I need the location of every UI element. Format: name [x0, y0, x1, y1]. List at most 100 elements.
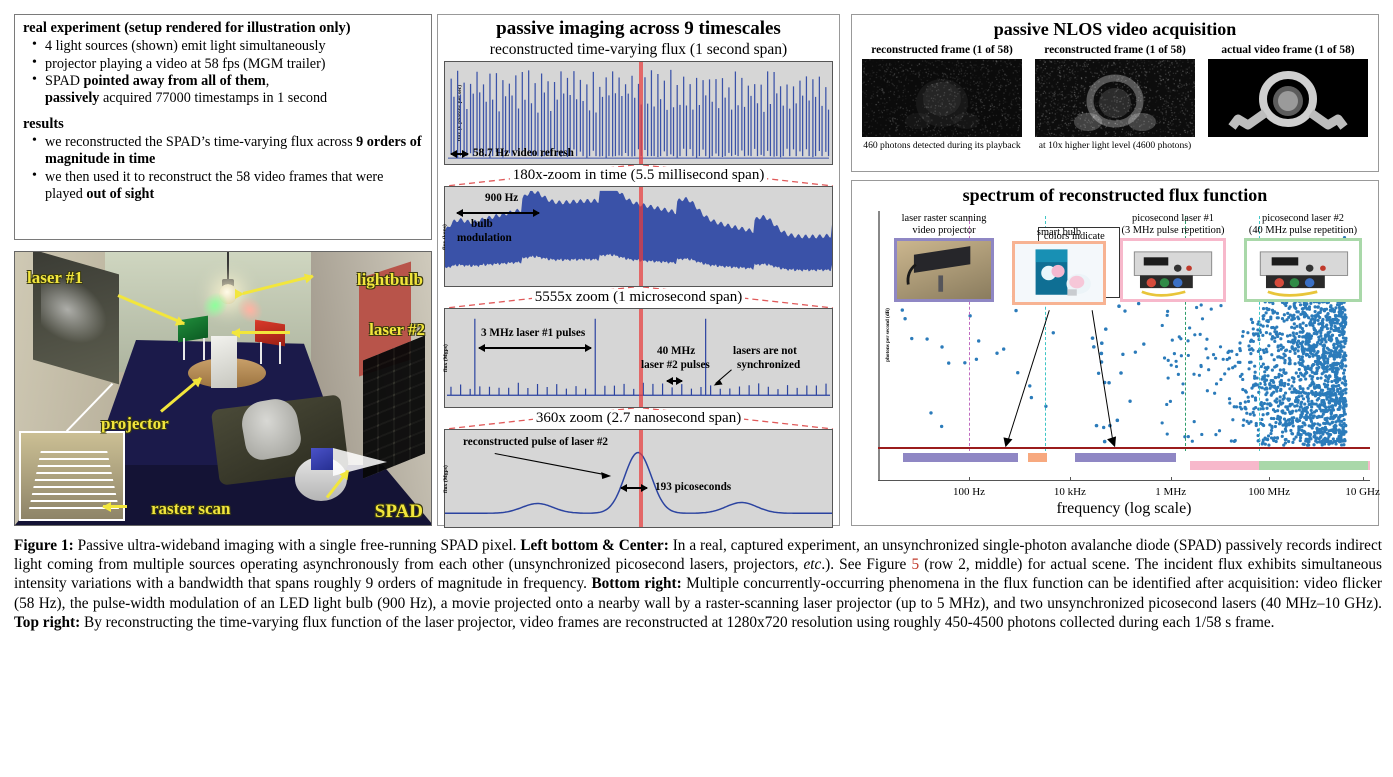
- laser1-leg: [203, 338, 205, 360]
- figure-page: real experiment (setup rendered for illu…: [0, 0, 1393, 777]
- list-item: SPAD pointed away from all of them, passi…: [32, 72, 423, 107]
- nlos-frame-caption: actual video frame (1 of 58): [1221, 44, 1355, 56]
- device-thumbnail-laser1: [1120, 238, 1226, 303]
- laser1-leg: [183, 338, 185, 360]
- results-bullet-list: we reconstructed the SPAD’s time-varying…: [23, 133, 423, 203]
- scene-label-projector: projector: [101, 414, 169, 433]
- nlos-frame-row: reconstructed frame (1 of 58) 460 photon…: [852, 44, 1378, 151]
- caption-p6: By reconstructing the time-varying flux …: [80, 613, 1275, 631]
- experiment-scene-photo: laser #1 lightbulb laser #2 projector ra…: [14, 251, 432, 526]
- xtick-label-10khz: 10 kHz: [1053, 486, 1086, 498]
- plot2-annotation-bulb: bulb: [471, 218, 493, 230]
- list-item: projector playing a video at 58 fps (MGM…: [32, 55, 423, 73]
- device-label-line2: (3 MHz pulse repetition): [1121, 224, 1225, 236]
- device-thumbnail-bulb: [1012, 240, 1106, 305]
- experiment-bullet-list: 4 light sources (shown) emit light simul…: [23, 37, 423, 107]
- nlos-frame-subcaption: 460 photons detected during its playback: [863, 140, 1021, 151]
- plot1-zoom-marker: [638, 62, 643, 164]
- nlos-frame-1: reconstructed frame (1 of 58) at 10x hig…: [1035, 44, 1195, 151]
- xtick-mark-100mhz: [1269, 477, 1271, 481]
- spad-bullet-c: ,: [265, 73, 270, 90]
- scene-label-raster-scan: raster scan: [151, 499, 231, 518]
- device-card-laser2: picosecond laser #2 (40 MHz pulse repeti…: [1244, 213, 1362, 303]
- plot-5p5-millisecond-span: flux (kgps) 900 Hz bulb modulation: [442, 186, 833, 287]
- caption-figure-number: Figure 1:: [14, 537, 74, 554]
- result2-b: out of sight: [86, 185, 155, 202]
- center-title: passive imaging across 9 timescales: [496, 18, 781, 39]
- nlos-frame-caption: reconstructed frame (1 of 58): [871, 44, 1013, 56]
- plot2-annotation-hz: 900 Hz: [485, 192, 519, 204]
- plot2-period-arrow: [456, 209, 540, 216]
- caption-etc: etc: [803, 556, 822, 574]
- device-card-laser1: picosecond laser #1 (3 MHz pulse repetit…: [1120, 213, 1226, 303]
- list-item: 4 light sources (shown) emit light simul…: [32, 37, 423, 55]
- plot-1-second-span: flux (k photons per sec) 58.7 Hz video r…: [444, 61, 833, 165]
- spectrum-title: spectrum of reconstructed flux function: [962, 185, 1268, 205]
- nlos-frame-2: actual video frame (1 of 58): [1208, 44, 1368, 151]
- zoom-caption-3-text: 360x zoom (2.7 nanosecond span): [532, 410, 745, 426]
- experiment-summary-box: real experiment (setup rendered for illu…: [14, 14, 432, 240]
- spad-object: [311, 448, 333, 470]
- xtick-mark-10khz: [1069, 477, 1071, 481]
- center-subtitle: reconstructed time-varying flux (1 secon…: [489, 41, 788, 58]
- device-card-projector: laser raster scanning video projector: [894, 213, 994, 303]
- caption-figure-ref[interactable]: 5: [911, 556, 919, 573]
- spectrum-xaxis-title: frequency (log scale): [1056, 500, 1192, 517]
- scene-label-laser1: laser #1: [27, 268, 83, 287]
- arrow-to-laser2: [232, 331, 290, 334]
- zoom-caption-2-text: 5555x zoom (1 microsecond span): [531, 289, 746, 305]
- device-label-line2: video projector: [912, 224, 976, 236]
- device-thumbnail-laser2: [1244, 238, 1362, 303]
- result1-a: we reconstructed the SPAD’s time-varying…: [45, 134, 357, 151]
- xtick-mark-100hz: [969, 477, 971, 481]
- figure-caption: Figure 1: Passive ultra-wideband imaging…: [14, 536, 1382, 768]
- plot2-annotation-modulation: modulation: [457, 232, 512, 244]
- list-item: we reconstructed the SPAD’s time-varying…: [32, 133, 423, 168]
- laser2-leg: [260, 342, 262, 364]
- xtick-mark-1mhz: [1170, 477, 1172, 481]
- nlos-frame-image-actual: [1208, 59, 1368, 137]
- spad-bullet-d: passively: [45, 90, 100, 107]
- spad-bullet-a: SPAD: [45, 73, 84, 90]
- nlos-frame-image-mid: [1035, 59, 1195, 137]
- xtick-label-100hz: 100 Hz: [952, 486, 986, 498]
- plot4-width-arrow: [620, 484, 648, 491]
- laser2-leg: [279, 342, 281, 364]
- left-column: real experiment (setup rendered for illu…: [14, 14, 432, 526]
- device-card-bulb: smart bulb: [1012, 227, 1106, 305]
- device-label-line1: smart bulb: [1036, 227, 1082, 238]
- list-item: we then used it to reconstruct the 58 vi…: [32, 168, 423, 203]
- zoom-caption-3: 360x zoom (2.7 nanosecond span): [438, 408, 839, 429]
- plot1-period-arrow: [450, 150, 469, 158]
- plot4-pointer-arrow: [494, 452, 612, 479]
- scene-label-laser2: laser #2: [369, 320, 425, 339]
- plot-1-microsecond-span: flux (Mgps) 3 MHz laser #1 pulses 40 MHz…: [443, 308, 833, 408]
- plot4-annotation-width: 193 picoseconds: [655, 481, 732, 493]
- xtick-label-100mhz: 100 MHz: [1248, 486, 1291, 498]
- xtick-label-1mhz: 1 MHz: [1155, 486, 1187, 498]
- caption-bold-top-right: Top right:: [14, 613, 81, 631]
- scene-label-lightbulb: lightbulb: [356, 270, 423, 289]
- device-label-line1: picosecond laser #2: [1262, 213, 1344, 224]
- zoom-caption-1: 180x-zoom in time (5.5 millisecond span): [438, 165, 839, 186]
- spad-bullet-e: acquired 77000 timestamps in 1 second: [99, 90, 328, 107]
- device-label-line2: (40 MHz pulse repetition): [1248, 224, 1358, 236]
- arrow-to-raster-scan: [103, 505, 127, 508]
- plot1-annotation: 58.7 Hz video refresh: [473, 147, 574, 160]
- xtick-mark-10ghz: [1362, 477, 1364, 481]
- caption-bold-left-center: Left bottom & Center:: [520, 537, 669, 554]
- caption-p1: Passive ultra-wideband imaging with a si…: [73, 537, 521, 554]
- zoom-caption-2: 5555x zoom (1 microsecond span): [438, 287, 839, 308]
- device-thumbnail-projector: [894, 238, 994, 303]
- caption-p3: .). See Figure: [821, 556, 912, 574]
- nlos-title: passive NLOS video acquisition: [993, 19, 1237, 39]
- nlos-frame-0: reconstructed frame (1 of 58) 460 photon…: [862, 44, 1022, 151]
- nlos-frame-caption: reconstructed frame (1 of 58): [1044, 44, 1186, 56]
- plot2-zoom-marker: [638, 187, 643, 286]
- xtick-label-10ghz: 10 GHz: [1345, 486, 1380, 498]
- summary-heading-experiment: real experiment (setup rendered for illu…: [23, 20, 351, 36]
- device-label-line1: laser raster scanning: [901, 213, 987, 224]
- spad-bullet-b: pointed away from all of them: [83, 73, 266, 90]
- nlos-frame-subcaption: at 10x higher light level (4600 photons): [1038, 140, 1192, 151]
- device-label-line1: picosecond laser #1: [1132, 213, 1214, 224]
